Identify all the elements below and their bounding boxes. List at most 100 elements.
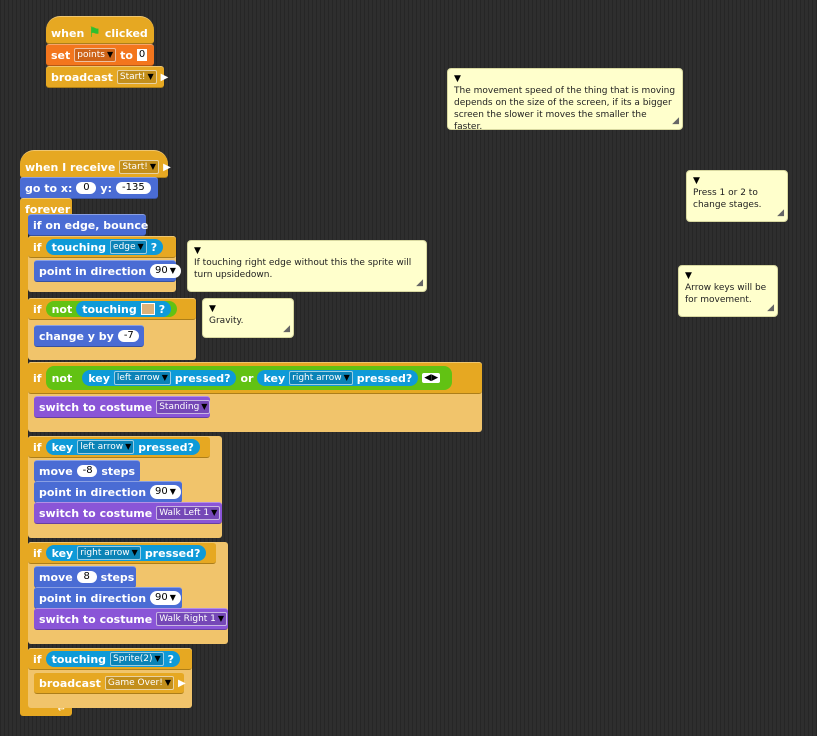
forever-arm (20, 219, 28, 705)
resize-grip-icon[interactable]: ◢ (767, 302, 774, 314)
key-dropdown[interactable]: right arrow ▼ (77, 546, 141, 560)
variable-dropdown[interactable]: points ▼ (74, 48, 117, 62)
set-label: set (51, 48, 71, 62)
y-input[interactable]: -135 (115, 182, 151, 194)
broadcast-block[interactable]: broadcast Start! ▼ ▶ (46, 66, 168, 88)
if-on-edge-bounce-block[interactable]: if on edge, bounce (28, 214, 148, 236)
costume-dropdown[interactable]: Walk Left 1 ▼ (156, 506, 221, 520)
chevron-down-icon: ▼ (217, 614, 225, 623)
if-touching-sprite-block[interactable]: if touching Sprite(2) ▼ ? (28, 648, 192, 670)
message-dropdown[interactable]: Start! ▼ (119, 160, 160, 174)
direction-value: 90 (155, 265, 168, 276)
arrow-right-icon: ▶ (177, 677, 186, 689)
resize-grip-icon[interactable]: ◢ (672, 115, 679, 127)
x-input[interactable]: 0 (76, 182, 97, 194)
key-label: key (51, 546, 74, 560)
switch-costume-walk-left-block[interactable]: switch to costume Walk Left 1 ▼ (34, 502, 222, 524)
touching-sprite-condition[interactable]: touching Sprite(2) ▼ ? (45, 651, 181, 667)
key-dropdown[interactable]: right arrow ▼ (289, 371, 353, 385)
broadcast-game-over-block[interactable]: broadcast Game Over! ▼ ▶ (34, 672, 186, 694)
if-not-touching-block[interactable]: if not touching ? (28, 298, 196, 320)
comment-edge[interactable]: ▼ If touching right edge without this th… (187, 240, 427, 292)
chevron-down-icon: ▼ (161, 373, 168, 382)
key-left-pressed-condition[interactable]: key left arrow ▼ pressed? (45, 439, 200, 455)
pressed-label: pressed? (356, 371, 413, 385)
point-in-direction-block[interactable]: point in direction 90 ▼ (34, 260, 181, 282)
change-y-label: change y by (39, 329, 114, 343)
not-condition[interactable]: not key left arrow ▼ pressed? or key righ… (45, 366, 453, 390)
change-y-block[interactable]: change y by -7 (34, 325, 144, 347)
message-name: Start! (119, 72, 146, 82)
collapse-triangle-icon[interactable]: ▼ (685, 270, 692, 282)
point-in-direction-block[interactable]: point in direction 90 ▼ (34, 481, 182, 503)
comment-gravity[interactable]: ▼ Gravity. ◢ (202, 298, 294, 338)
chevron-down-icon: ▼ (343, 373, 350, 382)
y-label: y: (100, 181, 112, 195)
key-label: key (263, 371, 286, 385)
if-label: if (33, 440, 42, 454)
collapse-triangle-icon[interactable]: ▼ (209, 303, 216, 315)
not-label: not (51, 302, 73, 316)
when-i-receive-hat[interactable]: when I receive Start! ▼ ▶ (20, 150, 171, 178)
comment-arrows[interactable]: ▼ Arrow keys will be for movement. ◢ (678, 265, 778, 317)
resize-grip-icon[interactable]: ◢ (777, 207, 784, 219)
comment-speed[interactable]: ▼ The movement speed of the thing that i… (447, 68, 683, 132)
key-left-pressed-condition[interactable]: key left arrow ▼ pressed? (82, 370, 237, 386)
variadic-arrows-icon[interactable]: ◀▶ (422, 373, 441, 383)
collapse-triangle-icon[interactable]: ▼ (194, 245, 201, 257)
point-label: point in direction (39, 264, 147, 278)
key-name: left arrow (80, 442, 124, 452)
direction-input[interactable]: 90 ▼ (150, 591, 181, 605)
key-dropdown[interactable]: left arrow ▼ (77, 440, 135, 454)
chevron-down-icon: ▼ (211, 508, 218, 517)
arrow-right-icon: ▶ (160, 71, 169, 83)
if-key-left-block[interactable]: if key left arrow ▼ pressed? (28, 436, 210, 458)
set-variable-block[interactable]: set points ▼ to 0 (46, 44, 154, 66)
point-in-direction-block[interactable]: point in direction 90 ▼ (34, 587, 182, 609)
chevron-down-icon: ▼ (147, 72, 154, 81)
key-right-pressed-condition[interactable]: key right arrow ▼ pressed? (257, 370, 419, 386)
touching-label: touching (51, 240, 107, 254)
collapse-triangle-icon[interactable]: ▼ (454, 73, 461, 85)
comment-text: Arrow keys will be for movement. (685, 283, 767, 305)
color-swatch[interactable] (140, 303, 155, 315)
message-dropdown[interactable]: Game Over! ▼ (104, 676, 174, 690)
message-dropdown[interactable]: Start! ▼ (116, 70, 157, 84)
key-dropdown[interactable]: left arrow ▼ (113, 371, 171, 385)
steps-input[interactable]: 8 (76, 571, 97, 583)
switch-costume-walk-right-block[interactable]: switch to costume Walk Right 1 ▼ (34, 608, 228, 630)
value-input[interactable]: 0 (136, 49, 148, 61)
direction-input[interactable]: 90 ▼ (150, 264, 181, 278)
if-not-keys-block[interactable]: if not key left arrow ▼ pressed? or key r… (28, 362, 482, 394)
steps-label: steps (100, 570, 135, 584)
move-right-block[interactable]: move 8 steps (34, 566, 136, 588)
chevron-down-icon: ▼ (201, 402, 208, 411)
costume-dropdown[interactable]: Standing ▼ (156, 400, 211, 414)
steps-label: steps (101, 464, 135, 478)
not-condition[interactable]: not touching ? (45, 301, 178, 317)
if-touching-edge-block[interactable]: if touching edge ▼ ? (28, 236, 176, 258)
key-right-pressed-condition[interactable]: key right arrow ▼ pressed? (45, 545, 207, 561)
touching-color-condition[interactable]: touching ? (76, 301, 172, 317)
go-to-xy-block[interactable]: go to x: 0 y: -135 (20, 177, 158, 199)
if-key-right-block[interactable]: if key right arrow ▼ pressed? (28, 542, 216, 564)
change-y-input[interactable]: -7 (117, 330, 139, 342)
touching-target-dropdown[interactable]: edge ▼ (110, 240, 147, 254)
chevron-down-icon: ▼ (106, 50, 114, 59)
collapse-triangle-icon[interactable]: ▼ (693, 175, 700, 187)
costume-name: Walk Right 1 (159, 614, 216, 624)
resize-grip-icon[interactable]: ◢ (283, 323, 290, 335)
resize-grip-icon[interactable]: ◢ (416, 277, 423, 289)
chevron-down-icon: ▼ (169, 266, 176, 275)
steps-input[interactable]: -8 (76, 465, 98, 477)
or-condition[interactable]: key left arrow ▼ pressed? or key right ar… (76, 368, 447, 388)
direction-input[interactable]: 90 ▼ (150, 485, 181, 499)
move-left-block[interactable]: move -8 steps (34, 460, 140, 482)
when-flag-clicked-hat[interactable]: when ⚑ clicked (46, 16, 154, 44)
touching-target-dropdown[interactable]: Sprite(2) ▼ (110, 652, 164, 666)
costume-dropdown[interactable]: Walk Right 1 ▼ (156, 612, 228, 626)
switch-costume-standing-block[interactable]: switch to costume Standing ▼ (34, 396, 211, 418)
comment-stages[interactable]: ▼ Press 1 or 2 to change stages. ◢ (686, 170, 788, 222)
chevron-down-icon: ▼ (169, 487, 176, 496)
touching-edge-condition[interactable]: touching edge ▼ ? (45, 239, 164, 255)
